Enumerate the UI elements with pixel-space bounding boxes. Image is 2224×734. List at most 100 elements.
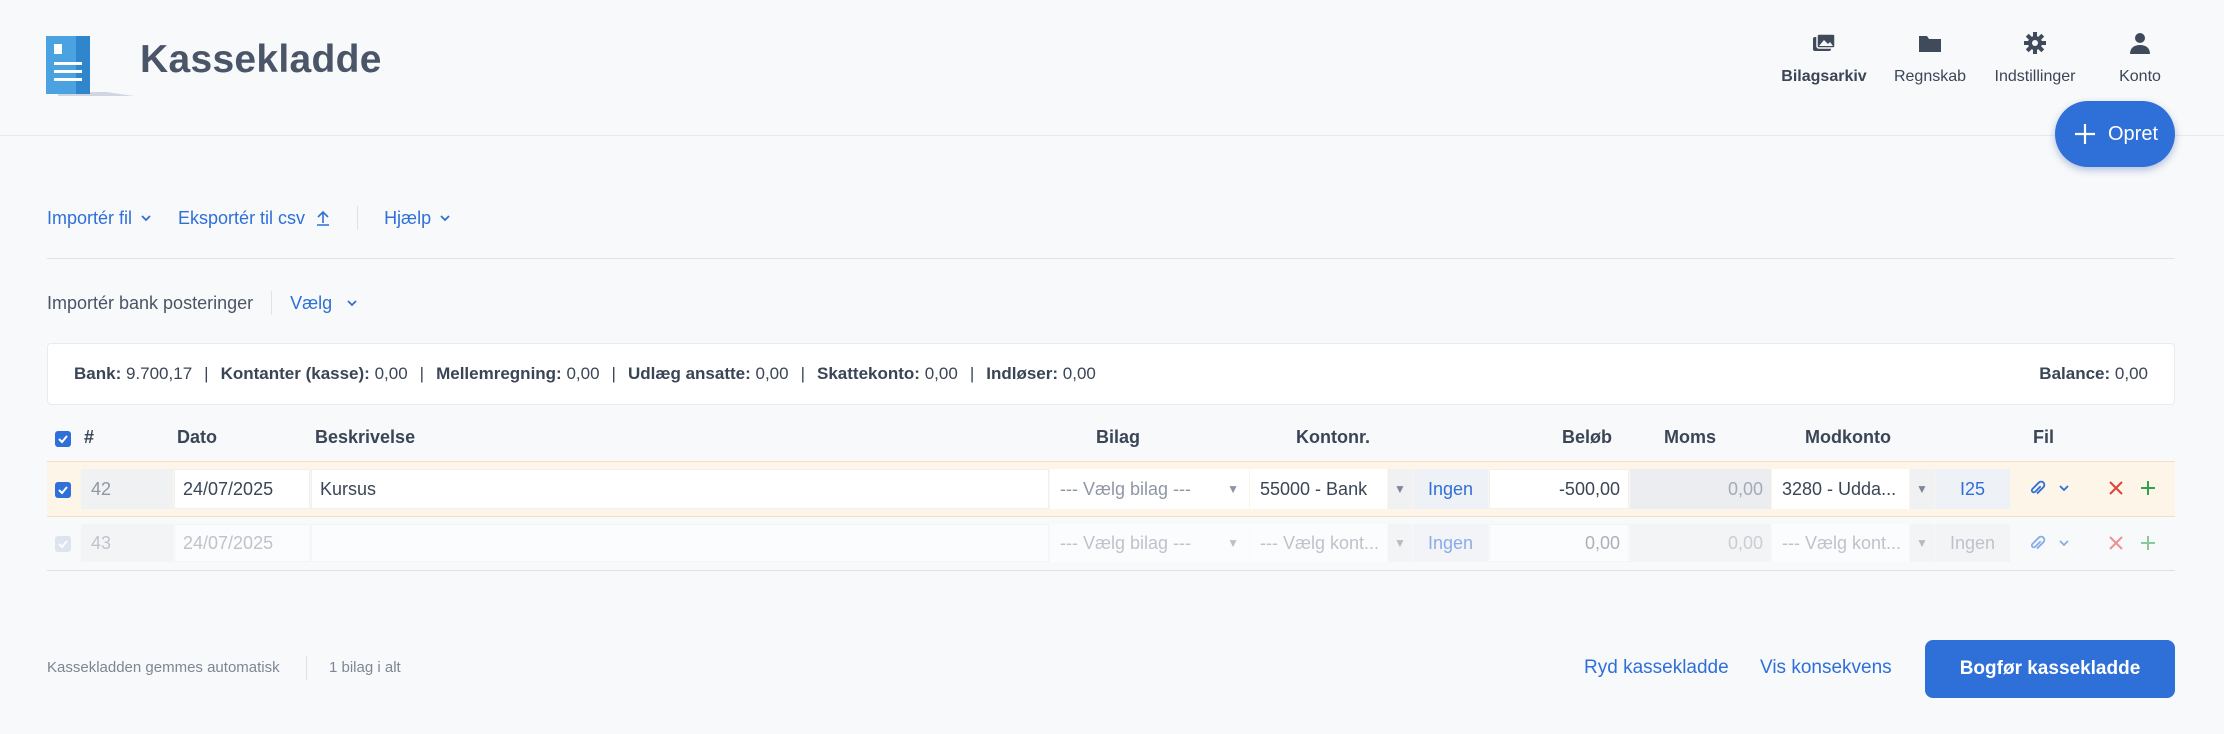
user-icon	[2130, 33, 2150, 54]
create-button[interactable]: Opret	[2055, 101, 2175, 167]
close-icon	[2109, 536, 2123, 550]
chevron-down-icon	[141, 215, 151, 222]
divider	[357, 206, 359, 230]
plus-icon	[2141, 481, 2155, 495]
paperclip-icon	[2030, 535, 2046, 550]
attachment-button[interactable]	[2026, 532, 2050, 556]
row-checkbox[interactable]	[55, 536, 71, 552]
bank-select-label: Vælg	[290, 292, 333, 313]
description-input[interactable]	[311, 524, 1049, 562]
account-select[interactable]: --- Vælg kont...	[1250, 524, 1387, 562]
help-label: Hjælp	[384, 207, 432, 228]
vat-amount: 0,00	[1630, 524, 1771, 562]
upload-icon	[317, 210, 330, 226]
plus-icon	[2141, 536, 2155, 550]
bank-import-label: Importér bank posteringer	[47, 292, 254, 313]
col-vat: Moms	[1664, 427, 1717, 447]
date-input[interactable]: 24/07/2025	[174, 524, 310, 562]
check-icon	[58, 540, 68, 549]
caret-down-icon[interactable]: ▼	[1388, 524, 1412, 562]
help-button[interactable]: Hjælp	[384, 208, 451, 229]
bilag-select[interactable]: --- Vælg bilag --- ▼	[1050, 469, 1249, 509]
summary-label: Mellemregning:	[436, 364, 562, 383]
plus-icon	[2074, 124, 2095, 144]
summary-label: Bank:	[74, 364, 122, 383]
summary-value: 0,00	[1062, 364, 1096, 383]
divider	[47, 258, 2175, 259]
row-checkbox[interactable]	[55, 482, 71, 498]
counter-account-select[interactable]: 3280 - Udda...	[1772, 469, 1909, 509]
nav-label: Bilagsarkiv	[1781, 68, 1867, 85]
bank-import-row: Importér bank posteringer Vælg	[47, 291, 358, 315]
images-icon	[1813, 33, 1836, 51]
delete-row-button[interactable]	[2107, 479, 2125, 497]
post-journal-button[interactable]: Bogfør kassekladde	[1925, 640, 2175, 698]
toolbar: Importér fil Eksportér til csv Hjælp	[47, 206, 451, 230]
row-number: 43	[81, 524, 173, 562]
check-icon	[58, 486, 68, 495]
caret-down-icon: ▼	[1227, 482, 1239, 496]
import-file-button[interactable]: Importér fil	[47, 208, 152, 229]
col-konto: Kontonr.	[1296, 427, 1370, 447]
col-description: Beskrivelse	[315, 427, 416, 447]
autosave-note: Kassekladden gemmes automatisk	[47, 659, 280, 676]
export-label: Eksportér til csv	[178, 207, 306, 228]
bilag-select[interactable]: --- Vælg bilag --- ▼	[1050, 524, 1249, 562]
nav-konto[interactable]: Konto	[2070, 30, 2210, 86]
col-date: Dato	[177, 427, 217, 447]
folder-icon	[1919, 36, 1941, 52]
col-counter-account: Modkonto	[1805, 427, 1891, 447]
amount-input[interactable]: -500,00	[1489, 469, 1629, 509]
vat-code-button[interactable]: Ingen	[1413, 524, 1488, 562]
select-all-checkbox[interactable]	[55, 431, 71, 447]
add-row-button[interactable]	[2139, 479, 2157, 497]
app-header: Kassekladde Bilagsarkiv Regnskab Indstil…	[0, 0, 2224, 136]
caret-down-icon: ▼	[1227, 536, 1239, 550]
nav-label: Konto	[2119, 68, 2161, 85]
show-consequence-link[interactable]: Vis konsekvens	[1760, 657, 1892, 679]
amount-input[interactable]: 0,00	[1489, 524, 1629, 562]
export-csv-button[interactable]: Eksportér til csv	[178, 208, 331, 229]
clear-journal-link[interactable]: Ryd kassekladde	[1584, 657, 1729, 679]
chevron-down-icon	[347, 300, 357, 307]
attachment-menu-button[interactable]	[2058, 537, 2070, 549]
tax-code-button[interactable]: Ingen	[1935, 524, 2010, 562]
add-row-button[interactable]	[2139, 534, 2157, 552]
summary-label: Indløser:	[986, 364, 1059, 383]
date-input[interactable]: 24/07/2025	[174, 469, 310, 509]
col-amount: Beløb	[1562, 427, 1613, 447]
check-icon	[58, 435, 68, 444]
account-select[interactable]: 55000 - Bank	[1250, 469, 1387, 509]
page-title: Kassekladde	[140, 38, 382, 81]
balance-label: Balance:	[2039, 364, 2111, 383]
chevron-down-icon	[440, 215, 450, 222]
attachment-menu-button[interactable]	[2058, 482, 2070, 494]
tax-code-button[interactable]: I25	[1935, 469, 2010, 509]
attachment-button[interactable]	[2026, 477, 2050, 501]
col-file: Fil	[2033, 427, 2054, 447]
counter-account-select[interactable]: --- Vælg kont...	[1772, 524, 1909, 562]
close-icon	[2109, 481, 2123, 495]
import-label: Importér fil	[47, 207, 133, 228]
divider	[306, 656, 307, 680]
vat-code-button[interactable]: Ingen	[1413, 469, 1488, 509]
summary-label: Udlæg ansatte:	[627, 364, 751, 383]
voucher-count: 1 bilag i alt	[329, 659, 401, 676]
delete-row-button[interactable]	[2107, 534, 2125, 552]
caret-down-icon[interactable]: ▼	[1910, 469, 1934, 509]
caret-down-icon[interactable]: ▼	[1388, 469, 1412, 509]
create-label: Opret	[2107, 122, 2159, 145]
balance-value: 0,00	[2114, 364, 2148, 383]
bilag-select-value: --- Vælg bilag ---	[1060, 478, 1192, 499]
app-logo-icon	[46, 36, 134, 96]
row-number: 42	[81, 469, 173, 509]
bank-select-dropdown[interactable]: Vælg	[290, 293, 358, 314]
summary-label: Skattekonto:	[817, 364, 920, 383]
summary-value: 0,00	[755, 364, 789, 383]
vat-amount: 0,00	[1630, 469, 1771, 509]
account-summary: Bank: 9.700,17 | Kontanter (kasse): 0,00…	[47, 343, 2175, 405]
description-input[interactable]: Kursus	[311, 469, 1049, 509]
paperclip-icon	[2030, 480, 2046, 495]
caret-down-icon[interactable]: ▼	[1910, 524, 1934, 562]
col-number: #	[84, 427, 95, 447]
